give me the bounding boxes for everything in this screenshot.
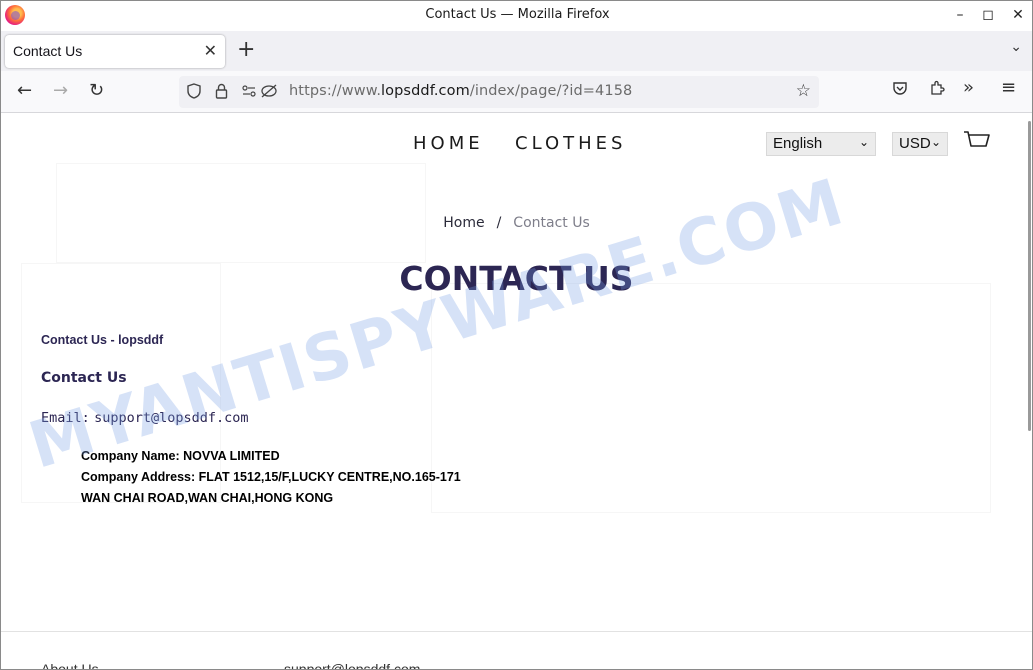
menu-icon[interactable]: ≡ — [1001, 77, 1016, 98]
footer-about-link[interactable]: About Us — [41, 661, 99, 669]
company-address-line1: Company Address: FLAT 1512,15/F,LUCKY CE… — [81, 470, 461, 484]
breadcrumb-home-link[interactable]: Home — [443, 215, 484, 231]
page-scrollbar[interactable] — [1028, 121, 1031, 431]
email-line: Email: support@lopsddf.com — [41, 410, 249, 426]
bookmark-star-icon[interactable]: ☆ — [796, 81, 811, 101]
language-select[interactable]: English ⌄ — [766, 132, 876, 156]
pocket-icon[interactable] — [892, 80, 908, 100]
currency-select[interactable]: USD ⌄ — [892, 132, 948, 156]
web-page: HOME CLOTHES English ⌄ USD ⌄ Home / Contac… — [1, 113, 1032, 670]
content-heading: Contact Us — [41, 370, 127, 386]
browser-window: Contact Us — Mozilla Firefox – ◻ ✕ Conta… — [0, 0, 1033, 670]
list-all-tabs-icon[interactable]: ⌄ — [1010, 39, 1022, 55]
close-window-button[interactable]: ✕ — [1001, 1, 1032, 29]
extensions-icon[interactable] — [929, 80, 945, 100]
tab-contact-us[interactable]: Contact Us ✕ — [5, 35, 225, 68]
chevron-down-icon: ⌄ — [930, 135, 941, 149]
email-label: Email: — [41, 410, 90, 426]
chevron-down-icon: ⌄ — [858, 135, 869, 149]
window-title: Contact Us — Mozilla Firefox — [425, 7, 610, 22]
forward-icon[interactable]: → — [53, 80, 68, 101]
close-tab-icon[interactable]: ✕ — [204, 41, 217, 60]
tracking-protection-shield-icon[interactable] — [187, 83, 201, 103]
navigation-toolbar: ← → ↻ https://www.lopsddf.com/index/page… — [1, 71, 1032, 113]
company-address-line2: WAN CHAI ROAD,WAN CHAI,HONG KONG — [81, 491, 334, 505]
reload-icon[interactable]: ↻ — [89, 80, 104, 101]
title-bar: Contact Us — Mozilla Firefox – ◻ ✕ — [1, 1, 1032, 31]
company-name: Company Name: NOVVA LIMITED — [81, 449, 280, 463]
back-icon[interactable]: ← — [17, 80, 32, 101]
lock-icon[interactable] — [215, 83, 228, 103]
breadcrumb-separator: / — [496, 215, 502, 231]
email-value: support@lopsddf.com — [94, 410, 249, 426]
company-info: Company Name: NOVVA LIMITED Company Addr… — [81, 446, 461, 509]
more-tools-icon[interactable]: » — [963, 77, 974, 98]
nav-clothes-link[interactable]: CLOTHES — [515, 133, 626, 154]
tab-strip: Contact Us ✕ + ⌄ — [1, 31, 1032, 71]
nav-home-link[interactable]: HOME — [413, 133, 484, 154]
new-tab-button[interactable]: + — [237, 37, 255, 62]
url-text[interactable]: https://www.lopsddf.com/index/page/?id=4… — [289, 83, 632, 99]
shopping-cart-icon[interactable] — [963, 129, 991, 155]
address-bar[interactable]: https://www.lopsddf.com/index/page/?id=4… — [179, 76, 819, 108]
language-select-value: English — [773, 135, 823, 152]
maximize-button[interactable]: ◻ — [971, 1, 1005, 29]
currency-select-value: USD — [899, 135, 931, 152]
breadcrumb: Home / Contact Us — [1, 215, 1032, 231]
footer-email: support@lopsddf.com — [284, 661, 421, 670]
footer-divider — [1, 631, 1032, 632]
permissions-icon[interactable] — [241, 83, 279, 103]
tab-label: Contact Us — [13, 43, 83, 59]
page-title: CONTACT US — [399, 259, 634, 298]
breadcrumb-current: Contact Us — [513, 215, 590, 231]
content-subtitle: Contact Us - lopsddf — [41, 333, 164, 347]
